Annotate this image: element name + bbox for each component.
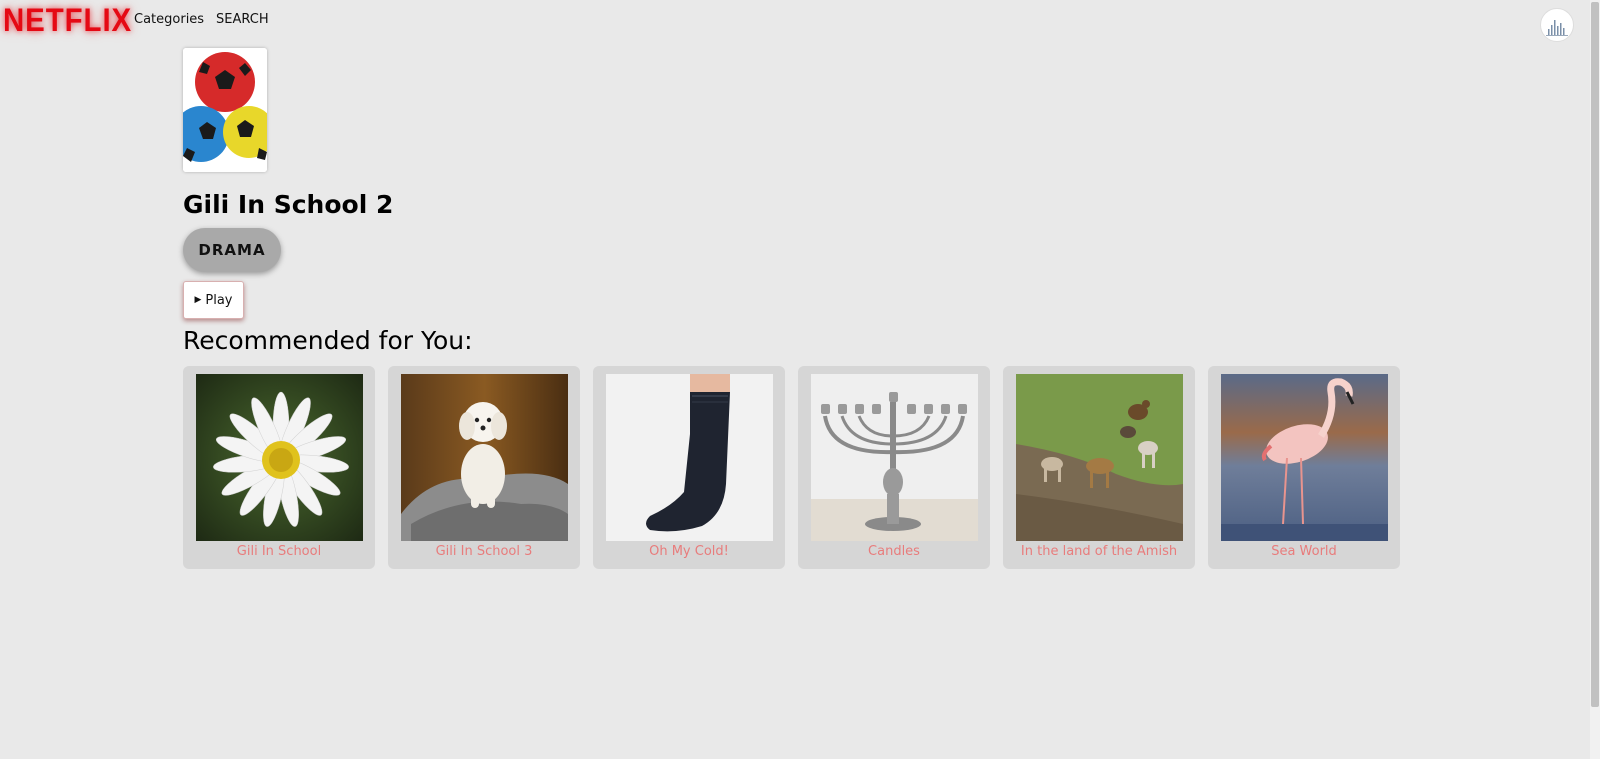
soccer-balls-image [183, 48, 267, 172]
header: NETFLIX Categories SEARCH [0, 0, 1590, 42]
recommendation-card[interactable]: Gili In School [183, 366, 375, 569]
white-puppy-image [401, 374, 568, 541]
recommendation-card[interactable]: Sea World [1208, 366, 1400, 569]
genre-badge[interactable]: DRAMA [183, 228, 281, 272]
recommendation-title[interactable]: Sea World [1208, 544, 1400, 559]
recommendation-card[interactable]: Oh My Cold! [593, 366, 785, 569]
recommendation-title[interactable]: In the land of the Amish [1003, 544, 1195, 559]
recommendations-heading: Recommended for You: [183, 326, 473, 355]
scrollbar-thumb[interactable] [1591, 2, 1599, 707]
movie-poster [183, 48, 267, 172]
nav-categories-link[interactable]: Categories [134, 12, 204, 27]
daisy-flower-image [196, 374, 363, 541]
bars-icon [1546, 20, 1568, 36]
recommendation-card[interactable]: In the land of the Amish [1003, 366, 1195, 569]
black-sock-image [606, 374, 773, 541]
netflix-logo[interactable]: NETFLIX [3, 2, 132, 39]
chickens-goats-image [1016, 374, 1183, 541]
recommendation-card[interactable]: Gili In School 3 [388, 366, 580, 569]
play-triangle-icon: ▶ [194, 295, 202, 305]
recommendation-card[interactable]: Candles [798, 366, 990, 569]
silver-menorah-image [811, 374, 978, 541]
flamingo-image [1221, 374, 1388, 541]
play-button[interactable]: ▶ Play [183, 281, 244, 319]
recommendations-list: Gili In School Gili In School 3 Oh My Co… [183, 366, 1400, 569]
play-button-label: Play [205, 292, 233, 308]
nav-search-link[interactable]: SEARCH [216, 12, 269, 27]
recommendation-title[interactable]: Oh My Cold! [593, 544, 785, 559]
recommendation-title[interactable]: Gili In School 3 [388, 544, 580, 559]
recommendation-title[interactable]: Candles [798, 544, 990, 559]
movie-title: Gili In School 2 [183, 190, 394, 219]
profile-avatar[interactable] [1540, 8, 1574, 42]
recommendation-title[interactable]: Gili In School [183, 544, 375, 559]
page-scrollbar[interactable] [1590, 0, 1600, 759]
